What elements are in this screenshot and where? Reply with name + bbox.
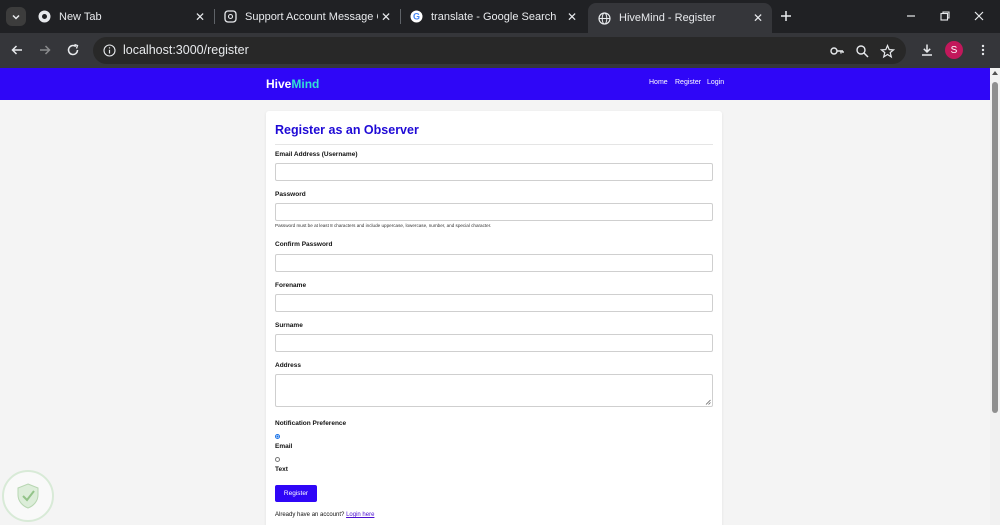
tab-title: New Tab: [59, 10, 102, 23]
profile-avatar[interactable]: S: [945, 41, 963, 59]
svg-text:G: G: [413, 12, 420, 22]
email-radio[interactable]: [275, 434, 280, 439]
more-vert-icon: [981, 44, 985, 56]
site-logo[interactable]: HiveMind: [266, 77, 319, 91]
arrow-left-icon: [11, 45, 22, 55]
email-radio-label[interactable]: Email: [275, 443, 292, 450]
chrome-icon: [38, 10, 51, 23]
email-field[interactable]: [275, 163, 713, 181]
tab-title: translate - Google Search: [431, 10, 557, 23]
downloads-button[interactable]: [916, 39, 938, 61]
zoom-icon[interactable]: [853, 42, 871, 60]
address-label: Address: [275, 362, 302, 369]
nav-home-link[interactable]: Home: [649, 79, 668, 86]
confirm-password-field[interactable]: [275, 254, 713, 272]
minimize-button[interactable]: [900, 6, 922, 26]
page-scrollbar[interactable]: [990, 68, 1000, 525]
arrow-right-icon: [40, 45, 51, 55]
tab-support-account[interactable]: Support Account Message Click ✕: [214, 4, 400, 29]
password-label: Password: [275, 191, 306, 198]
close-icon[interactable]: ✕: [192, 9, 208, 25]
text-radio-label[interactable]: Text: [275, 466, 288, 473]
reload-icon: [67, 43, 79, 56]
chevron-down-icon: [12, 14, 20, 20]
plus-icon: [781, 11, 791, 21]
site-info-icon[interactable]: [101, 42, 118, 59]
back-button[interactable]: [6, 39, 28, 61]
scroll-up-arrow-icon[interactable]: [992, 71, 998, 75]
menu-button[interactable]: [972, 39, 994, 61]
close-icon[interactable]: ✕: [378, 9, 394, 25]
confirm-password-label: Confirm Password: [275, 241, 333, 248]
password-field[interactable]: [275, 203, 713, 221]
watermark-logo: [2, 470, 54, 522]
nav-login-link[interactable]: Login: [707, 79, 724, 86]
site-header: HiveMind Home Register Login: [0, 68, 990, 100]
restore-icon: [940, 11, 950, 21]
page-title: Register as an Observer: [275, 123, 419, 137]
surname-field[interactable]: [275, 334, 713, 352]
google-icon: G: [410, 10, 423, 23]
page-viewport: HiveMind Home Register Login Register as…: [0, 68, 990, 525]
globe-icon: [598, 11, 611, 25]
close-icon: [974, 11, 984, 21]
scrollbar-thumb[interactable]: [992, 82, 998, 413]
bookmark-star-icon[interactable]: [878, 42, 896, 60]
openai-icon: [224, 10, 237, 23]
close-window-button[interactable]: [968, 6, 990, 26]
tab-new-tab[interactable]: New Tab ✕: [28, 4, 214, 29]
new-tab-button[interactable]: [777, 7, 795, 25]
download-icon: [922, 44, 932, 56]
address-bar[interactable]: localhost:3000/register: [93, 37, 906, 64]
tab-title: Support Account Message Click: [245, 10, 378, 23]
register-form-card: Register as an Observer Email Address (U…: [266, 111, 722, 525]
reload-button[interactable]: [62, 39, 84, 61]
login-prompt-text: Already have an account?: [275, 512, 345, 518]
nav-register-link[interactable]: Register: [675, 79, 701, 86]
forename-field[interactable]: [275, 294, 713, 312]
close-icon[interactable]: ✕: [750, 10, 766, 26]
close-icon[interactable]: ✕: [564, 9, 580, 25]
register-button[interactable]: Register: [275, 485, 317, 502]
restore-button[interactable]: [934, 6, 956, 26]
address-textarea[interactable]: [275, 374, 713, 407]
password-key-icon[interactable]: [828, 42, 846, 60]
url-text[interactable]: localhost:3000/register: [123, 43, 249, 57]
password-hint: Password must be at least 8 characters a…: [275, 223, 492, 228]
forename-label: Forename: [275, 282, 307, 289]
brand-part-2: Mind: [291, 77, 320, 91]
email-label: Email Address (Username): [275, 151, 358, 158]
text-radio[interactable]: [275, 457, 280, 462]
minimize-icon: [907, 15, 915, 17]
forward-button[interactable]: [34, 39, 56, 61]
tab-strip: New Tab ✕ Support Account Message Click …: [0, 0, 1000, 33]
brand-part-1: Hive: [266, 77, 292, 91]
tab-translate-search[interactable]: G translate - Google Search ✕: [400, 4, 586, 29]
resize-handle-icon[interactable]: [705, 399, 711, 405]
surname-label: Surname: [275, 322, 303, 329]
notification-preference-label: Notification Preference: [275, 420, 347, 427]
tab-search-button[interactable]: [6, 7, 26, 26]
title-divider: [275, 144, 713, 145]
tab-title: HiveMind - Register: [619, 12, 716, 24]
shield-check-icon: [17, 483, 39, 509]
login-here-link[interactable]: Login here: [346, 512, 374, 518]
tab-hivemind-register[interactable]: HiveMind - Register ✕: [588, 3, 772, 33]
login-prompt: Already have an account? Login here: [275, 512, 374, 518]
browser-toolbar: localhost:3000/register S: [0, 33, 1000, 68]
